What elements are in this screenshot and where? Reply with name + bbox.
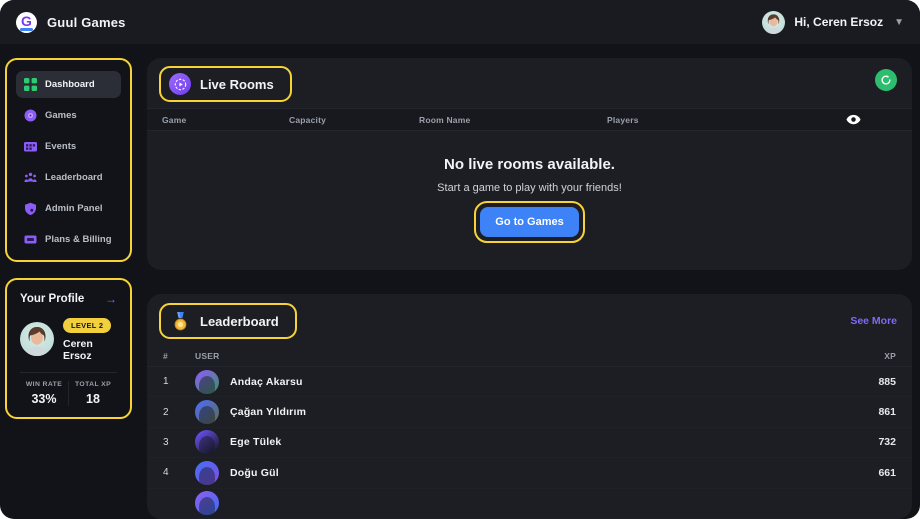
sidebar-nav: Dashboard Games Events Leaderboard Admin…: [9, 62, 128, 258]
win-rate-value: 33%: [31, 392, 57, 406]
row-avatar: [195, 400, 219, 425]
win-rate-label: WIN RATE: [25, 381, 63, 388]
leaderboard-people-icon: [24, 172, 37, 182]
sidebar-item-leaderboard[interactable]: Leaderboard: [16, 164, 121, 191]
row-rank: 3: [163, 436, 169, 448]
leaderboard-title: Leaderboard: [200, 313, 279, 329]
user-menu[interactable]: Hi, Ceren Ersoz ▼: [762, 10, 904, 34]
brand: G Guul Games: [16, 11, 126, 33]
leaderboard-panel: Leaderboard See More # USER XP 1 Andaç A…: [147, 294, 912, 519]
app-title: Guul Games: [47, 14, 126, 30]
total-xp-label: TOTAL XP: [74, 381, 112, 388]
guul-logo-icon: G: [16, 11, 37, 33]
leaderboard-row-partial[interactable]: [147, 489, 912, 519]
cta-annotation-box: Go to Games: [474, 201, 585, 243]
dashboard-grid-icon: [24, 78, 37, 91]
total-xp-value: 18: [86, 392, 100, 406]
row-username: Ege Tülek: [230, 436, 282, 449]
row-rank: 1: [163, 376, 169, 388]
col-players: Players: [607, 114, 639, 125]
total-xp-stat: TOTAL XP 18: [68, 381, 117, 406]
profile-arrow-icon[interactable]: →: [105, 292, 117, 306]
leaderboard-table-header: # USER XP: [147, 346, 912, 367]
col-rank: #: [163, 350, 168, 361]
sidebar-item-events[interactable]: Events: [16, 133, 121, 160]
sidebar-item-label: Admin Panel: [45, 203, 103, 214]
leaderboard-row[interactable]: 3 Ege Tülek 732: [147, 428, 912, 459]
empty-title: No live rooms available.: [444, 156, 615, 173]
leaderboard-row[interactable]: 1 Andaç Akarsu 885: [147, 367, 912, 398]
sidebar-annotation-box: Dashboard Games Events Leaderboard Admin…: [5, 58, 132, 262]
sidebar-item-label: Plans & Billing: [45, 234, 112, 245]
profile-card: Your Profile → LEVEL 2 Ceren Ersoz WIN R…: [9, 282, 128, 415]
see-more-link[interactable]: See More: [850, 315, 897, 327]
live-rooms-panel: Live Rooms Game Capacity Room Name Playe…: [147, 58, 912, 270]
empty-subtitle: Start a game to play with your friends!: [437, 182, 622, 194]
leaderboard-annotation-box: Leaderboard: [159, 303, 297, 339]
content-area: Dashboard Games Events Leaderboard Admin…: [0, 44, 920, 519]
profile-annotation-box: Your Profile → LEVEL 2 Ceren Ersoz WIN R…: [5, 278, 132, 419]
row-username: Doğu Gül: [230, 466, 279, 479]
row-rank: 2: [163, 406, 169, 418]
row-avatar: [195, 491, 219, 516]
live-rooms-annotation-box: Live Rooms: [159, 66, 292, 102]
col-user: USER: [195, 350, 220, 361]
col-room-name: Room Name: [419, 114, 471, 125]
profile-name: Ceren Ersoz: [63, 338, 93, 362]
live-rooms-icon: [169, 73, 191, 95]
row-rank: 4: [163, 467, 169, 479]
row-username: Çağan Yıldırım: [230, 406, 307, 419]
row-xp: 732: [878, 436, 896, 449]
live-rooms-title: Live Rooms: [200, 76, 274, 92]
profile-avatar: [20, 321, 54, 356]
col-xp: XP: [884, 350, 896, 361]
row-avatar: [195, 369, 219, 394]
sidebar-item-label: Games: [45, 110, 77, 121]
row-xp: 885: [878, 375, 896, 388]
events-icon: [24, 142, 37, 152]
live-rooms-table-header: Game Capacity Room Name Players: [147, 108, 912, 131]
user-avatar: [762, 10, 786, 34]
col-capacity: Capacity: [289, 114, 327, 125]
sidebar-item-dashboard[interactable]: Dashboard: [16, 71, 121, 98]
leaderboard-row[interactable]: 4 Doğu Gül 661: [147, 458, 912, 489]
row-xp: 861: [878, 406, 896, 419]
eye-icon[interactable]: [846, 114, 861, 125]
games-icon: [24, 109, 37, 122]
sidebar-item-admin-panel[interactable]: Admin Panel: [16, 195, 121, 222]
sidebar-item-label: Leaderboard: [45, 172, 103, 183]
level-badge: LEVEL 2: [63, 318, 112, 333]
row-avatar: [195, 460, 219, 485]
row-username: Andaç Akarsu: [230, 375, 303, 388]
medal-icon: [169, 310, 191, 332]
main-column: Live Rooms Game Capacity Room Name Playe…: [147, 58, 912, 519]
col-game: Game: [162, 114, 187, 125]
left-column: Dashboard Games Events Leaderboard Admin…: [5, 58, 132, 519]
top-header: G Guul Games Hi, Ceren Ersoz ▼: [0, 0, 920, 44]
user-greeting: Hi, Ceren Ersoz: [794, 15, 884, 29]
app-window: G Guul Games Hi, Ceren Ersoz ▼ Dashboard: [0, 0, 920, 519]
row-xp: 661: [878, 466, 896, 479]
chevron-down-icon[interactable]: ▼: [894, 17, 904, 28]
profile-card-title: Your Profile: [20, 293, 85, 305]
refresh-button[interactable]: [875, 69, 897, 91]
go-to-games-button[interactable]: Go to Games: [480, 207, 579, 237]
admin-shield-icon: [25, 202, 36, 215]
sidebar-item-label: Dashboard: [45, 79, 95, 90]
sidebar-item-label: Events: [45, 141, 77, 152]
leaderboard-row[interactable]: 2 Çağan Yıldırım 861: [147, 397, 912, 428]
sidebar-item-games[interactable]: Games: [16, 102, 121, 129]
sidebar-item-plans-billing[interactable]: Plans & Billing: [16, 226, 121, 253]
billing-card-icon: [24, 235, 37, 244]
row-avatar: [195, 430, 219, 455]
win-rate-stat: WIN RATE 33%: [20, 381, 68, 406]
live-rooms-empty-state: No live rooms available. Start a game to…: [147, 156, 912, 243]
